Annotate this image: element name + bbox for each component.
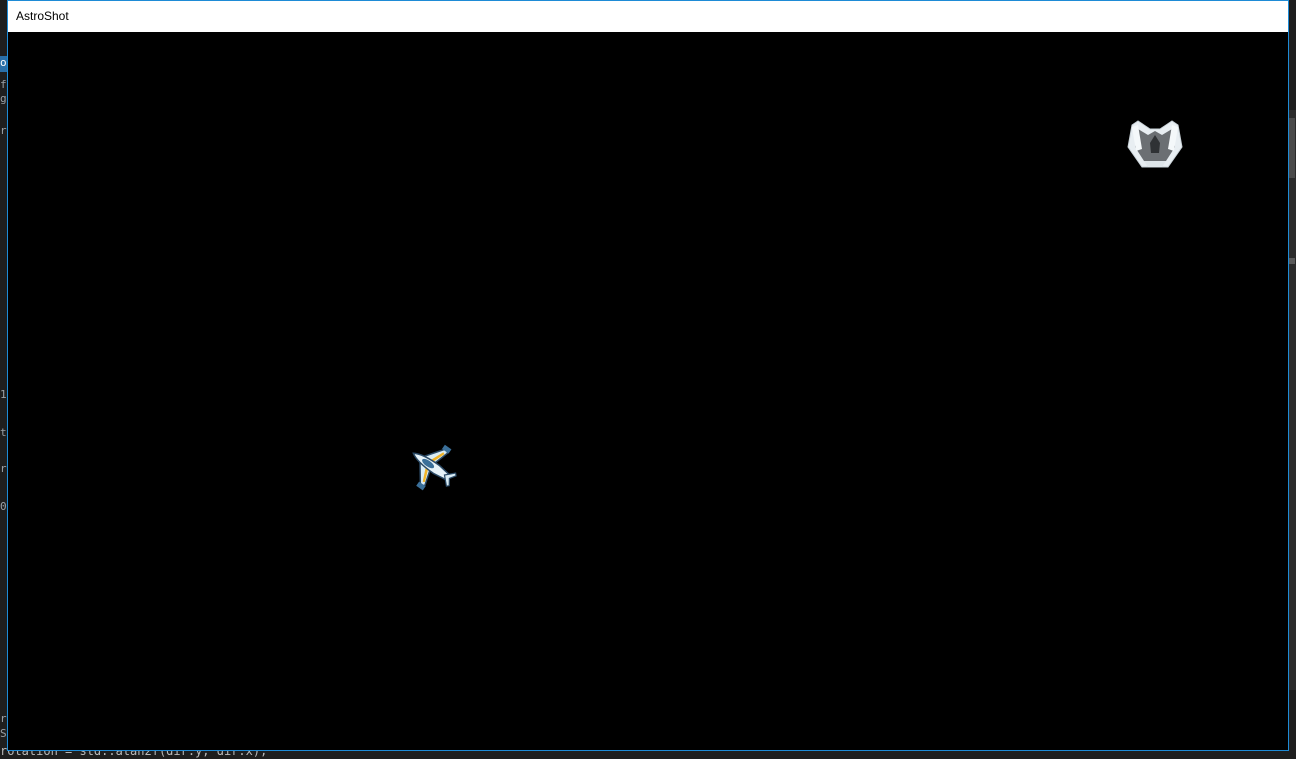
game-window[interactable]: AstroShot — [7, 0, 1289, 751]
editor-scrollbar[interactable] — [1288, 110, 1296, 690]
editor-text-fragment: r — [0, 462, 7, 475]
enemy-spaceship-icon — [1122, 117, 1188, 175]
player-spaceship-icon — [403, 437, 463, 497]
game-canvas[interactable] — [8, 32, 1288, 750]
window-title-bar[interactable]: AstroShot — [8, 1, 1288, 32]
window-title: AstroShot — [16, 9, 69, 23]
editor-text-fragment: r — [0, 124, 7, 137]
editor-text-fragment: f — [0, 78, 7, 91]
editor-text-fragment: g — [0, 92, 7, 105]
editor-text-fragment: t — [0, 426, 7, 439]
editor-scrollbar-thumb[interactable] — [1289, 118, 1295, 178]
editor-text-fragment: 1 — [0, 388, 7, 401]
editor-scrollbar-marker — [1289, 258, 1295, 264]
